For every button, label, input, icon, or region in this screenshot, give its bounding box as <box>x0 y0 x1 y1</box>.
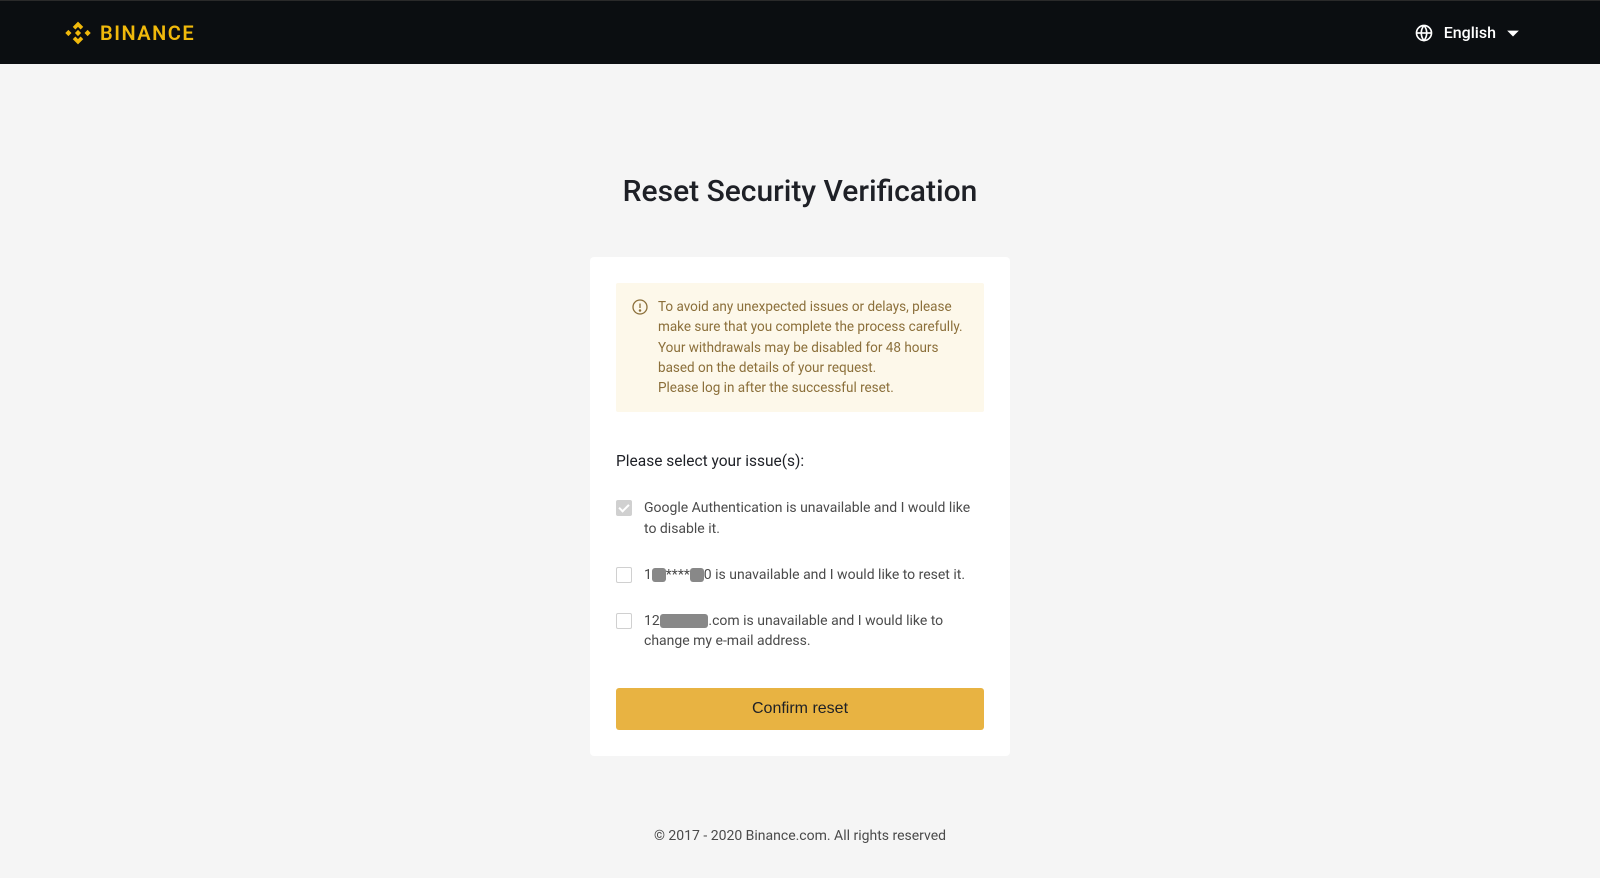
language-label: English <box>1444 23 1496 42</box>
issue-list: Google Authentication is unavailable and… <box>616 498 984 651</box>
brand-name: BINANCE <box>100 21 195 45</box>
page-title: Reset Security Verification <box>623 174 978 209</box>
binance-icon <box>64 19 92 47</box>
warning-box: To avoid any unexpected issues or delays… <box>616 283 984 412</box>
checkbox-email[interactable] <box>616 613 632 629</box>
issue-phone[interactable]: 1xx****xx0 is unavailable and I would li… <box>616 565 984 585</box>
language-selector[interactable]: English <box>1414 23 1568 43</box>
top-header: BINANCE English <box>0 0 1600 64</box>
main-content: Reset Security Verification To avoid any… <box>0 64 1600 844</box>
issue-label: 12xxxxxxx.com is unavailable and I would… <box>644 611 984 652</box>
issue-label: Google Authentication is unavailable and… <box>644 498 984 539</box>
warning-icon <box>632 299 648 315</box>
chevron-down-icon <box>1506 26 1520 40</box>
footer-copyright: © 2017 - 2020 Binance.com. All rights re… <box>654 828 946 844</box>
checkbox-phone[interactable] <box>616 567 632 583</box>
confirm-reset-button[interactable]: Confirm reset <box>616 688 984 730</box>
warning-line2: Please log in after the successful reset… <box>658 378 968 398</box>
warning-text: To avoid any unexpected issues or delays… <box>658 297 968 398</box>
issue-google-auth[interactable]: Google Authentication is unavailable and… <box>616 498 984 539</box>
issue-label: 1xx****xx0 is unavailable and I would li… <box>644 565 965 585</box>
reset-card: To avoid any unexpected issues or delays… <box>590 257 1010 756</box>
issue-email[interactable]: 12xxxxxxx.com is unavailable and I would… <box>616 611 984 652</box>
prompt-text: Please select your issue(s): <box>616 452 984 470</box>
globe-icon <box>1414 23 1434 43</box>
brand-logo[interactable]: BINANCE <box>64 19 195 47</box>
warning-line1: To avoid any unexpected issues or delays… <box>658 299 963 376</box>
checkbox-google-auth[interactable] <box>616 500 632 516</box>
